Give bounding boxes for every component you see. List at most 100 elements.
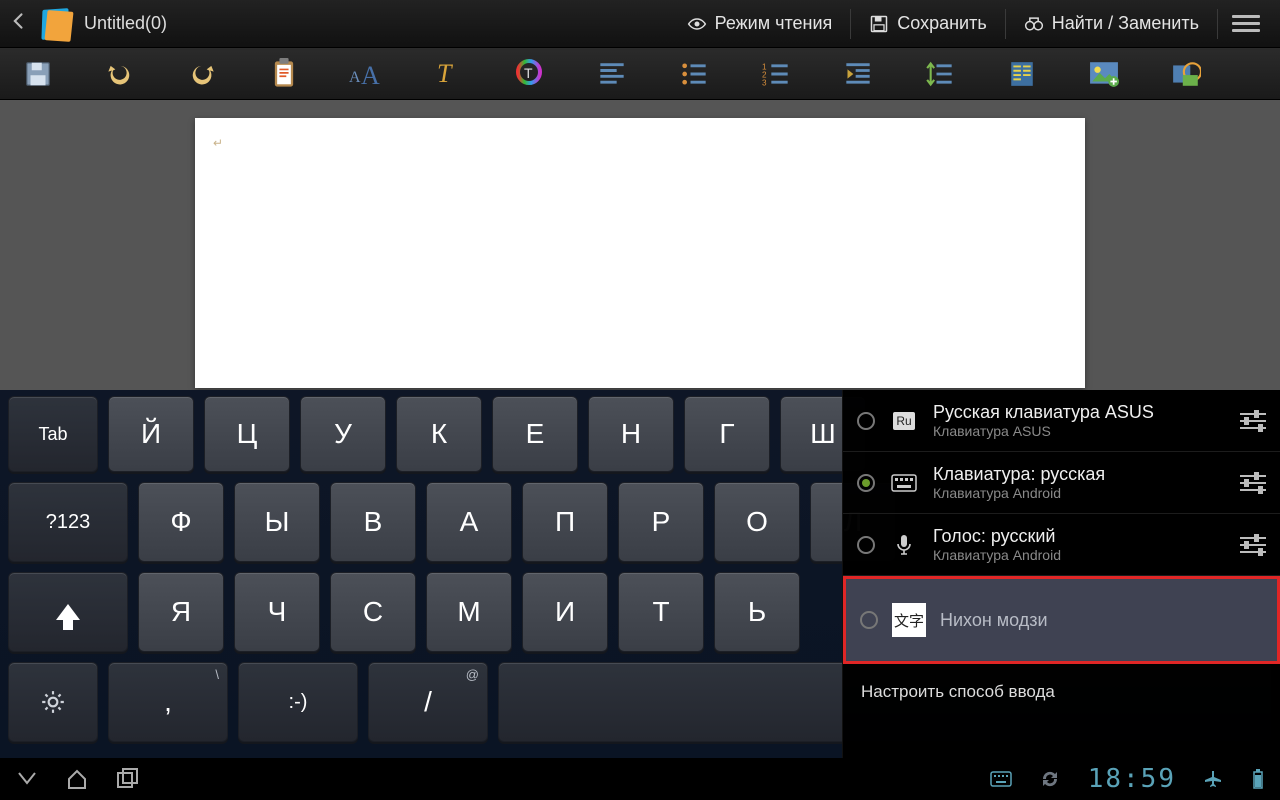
find-replace-label: Найти / Заменить bbox=[1052, 13, 1199, 34]
read-mode-label: Режим чтения bbox=[715, 13, 833, 34]
app-logo-icon bbox=[38, 7, 72, 41]
document-page[interactable]: ↵ bbox=[195, 118, 1085, 388]
radio-icon[interactable] bbox=[857, 474, 875, 492]
svg-text:A: A bbox=[349, 69, 361, 86]
align-button[interactable] bbox=[594, 57, 630, 91]
settings-sliders-icon[interactable] bbox=[1240, 473, 1266, 493]
find-replace-button[interactable]: Найти / Заменить bbox=[1006, 0, 1217, 48]
ime-option[interactable]: Ru Русская клавиатура ASUS Клавиатура AS… bbox=[843, 390, 1280, 452]
ime-option[interactable]: Клавиатура: русская Клавиатура Android bbox=[843, 452, 1280, 514]
shapes-button[interactable] bbox=[1168, 57, 1204, 91]
document-title: Untitled(0) bbox=[84, 13, 167, 34]
save-button[interactable]: Сохранить bbox=[851, 0, 1004, 48]
ime-option-title: Клавиатура: русская bbox=[933, 464, 1226, 485]
status-keyboard-icon bbox=[990, 771, 1012, 787]
ime-option[interactable]: Голос: русский Клавиатура Android bbox=[843, 514, 1280, 576]
line-spacing-button[interactable] bbox=[922, 57, 958, 91]
editor-toolbar: AA T T 123 bbox=[0, 48, 1280, 100]
radio-icon[interactable] bbox=[857, 536, 875, 554]
key-letter[interactable]: Н bbox=[588, 396, 674, 472]
key-letter[interactable]: К bbox=[396, 396, 482, 472]
key-letter[interactable]: Е bbox=[492, 396, 578, 472]
key-sub: \ bbox=[215, 667, 219, 682]
key-letter[interactable]: И bbox=[522, 572, 608, 652]
insert-image-button[interactable] bbox=[1086, 57, 1122, 91]
moji-icon: 文字 bbox=[892, 603, 926, 637]
status-airplane-icon bbox=[1204, 769, 1224, 789]
key-letter[interactable]: Я bbox=[138, 572, 224, 652]
status-clock: 18:59 bbox=[1088, 764, 1176, 794]
key-sub: @ bbox=[466, 667, 479, 682]
ime-option-title: Нихон модзи bbox=[940, 610, 1263, 631]
numbered-list-button[interactable]: 123 bbox=[758, 57, 794, 91]
system-navbar: 18:59 bbox=[0, 758, 1280, 800]
binoculars-icon bbox=[1024, 14, 1044, 34]
indent-button[interactable] bbox=[840, 57, 876, 91]
key-letter[interactable]: М bbox=[426, 572, 512, 652]
app-titlebar: Untitled(0) Режим чтения Сохранить Найти… bbox=[0, 0, 1280, 48]
floppy-icon bbox=[869, 14, 889, 34]
ime-configure-link[interactable]: Настроить способ ввода bbox=[843, 664, 1280, 720]
font-button[interactable]: AA bbox=[348, 57, 384, 91]
separator bbox=[1217, 9, 1218, 39]
bullets-button[interactable] bbox=[676, 57, 712, 91]
key-letter[interactable]: Ц bbox=[204, 396, 290, 472]
overflow-menu-button[interactable] bbox=[1232, 15, 1260, 32]
status-sync-icon bbox=[1040, 769, 1060, 789]
key-letter[interactable]: Ь bbox=[714, 572, 800, 652]
ime-option-subtitle: Клавиатура Android bbox=[933, 547, 1226, 563]
key-letter[interactable]: У bbox=[300, 396, 386, 472]
back-button[interactable] bbox=[6, 11, 32, 37]
text-style-button[interactable]: T bbox=[430, 57, 466, 91]
key-comma[interactable]: \, bbox=[108, 662, 228, 742]
svg-text:A: A bbox=[361, 61, 380, 88]
key-tab[interactable]: Tab bbox=[8, 396, 98, 472]
key-symbols[interactable]: ?123 bbox=[8, 482, 128, 562]
shift-icon bbox=[56, 604, 80, 620]
read-mode-button[interactable]: Режим чтения bbox=[669, 0, 851, 48]
svg-text:3: 3 bbox=[762, 78, 767, 86]
key-letter[interactable]: Р bbox=[618, 482, 704, 562]
nav-hide-keyboard-button[interactable] bbox=[16, 769, 38, 789]
text-color-button[interactable]: T bbox=[512, 57, 548, 91]
ime-option-subtitle: Клавиатура ASUS bbox=[933, 423, 1226, 439]
input-method-popup: Ru Русская клавиатура ASUS Клавиатура AS… bbox=[842, 390, 1280, 758]
key-letter[interactable]: Ч bbox=[234, 572, 320, 652]
key-letter[interactable]: С bbox=[330, 572, 416, 652]
redo-button[interactable] bbox=[184, 57, 220, 91]
ime-option-title: Русская клавиатура ASUS bbox=[933, 402, 1226, 423]
key-letter[interactable]: В bbox=[330, 482, 416, 562]
ime-option-title: Голос: русский bbox=[933, 526, 1226, 547]
key-letter[interactable]: Ф bbox=[138, 482, 224, 562]
key-shift[interactable] bbox=[8, 572, 128, 652]
eye-icon bbox=[687, 14, 707, 34]
radio-icon[interactable] bbox=[860, 611, 878, 629]
key-letter[interactable]: А bbox=[426, 482, 512, 562]
columns-button[interactable] bbox=[1004, 57, 1040, 91]
keyboard-icon bbox=[889, 471, 919, 495]
nav-recent-button[interactable] bbox=[116, 768, 140, 790]
settings-sliders-icon[interactable] bbox=[1240, 535, 1266, 555]
svg-text:T: T bbox=[524, 65, 533, 81]
radio-icon[interactable] bbox=[857, 412, 875, 430]
clipboard-button[interactable] bbox=[266, 57, 302, 91]
key-emoticon[interactable]: :-) bbox=[238, 662, 358, 742]
key-letter[interactable]: Т bbox=[618, 572, 704, 652]
ime-option-subtitle: Клавиатура Android bbox=[933, 485, 1226, 501]
key-slash[interactable]: @/ bbox=[368, 662, 488, 742]
nav-home-button[interactable] bbox=[66, 768, 88, 790]
keyboard-ru-icon: Ru bbox=[889, 409, 919, 433]
gear-icon bbox=[40, 689, 66, 715]
key-letter[interactable]: Г bbox=[684, 396, 770, 472]
key-letter[interactable]: Й bbox=[108, 396, 194, 472]
microphone-icon bbox=[889, 533, 919, 557]
settings-sliders-icon[interactable] bbox=[1240, 411, 1266, 431]
key-letter[interactable]: О bbox=[714, 482, 800, 562]
save-tool-button[interactable] bbox=[20, 57, 56, 91]
key-letter[interactable]: Ы bbox=[234, 482, 320, 562]
ime-option-highlighted[interactable]: 文字 Нихон модзи bbox=[843, 576, 1280, 664]
paragraph-mark-icon: ↵ bbox=[213, 136, 223, 150]
undo-button[interactable] bbox=[102, 57, 138, 91]
key-letter[interactable]: П bbox=[522, 482, 608, 562]
key-settings[interactable] bbox=[8, 662, 98, 742]
